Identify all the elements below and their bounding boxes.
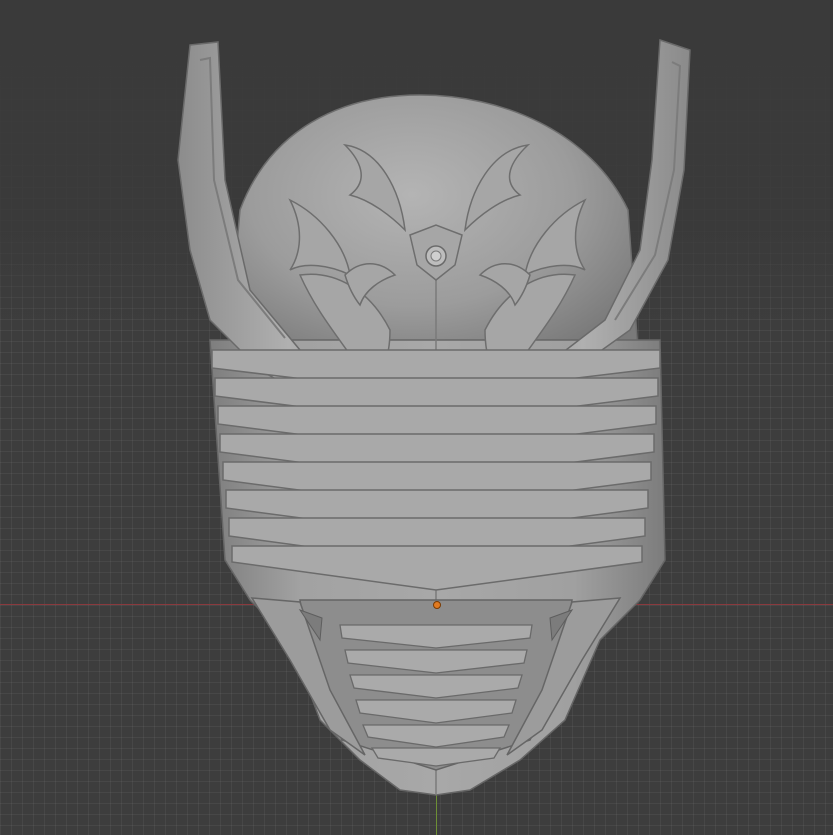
- 3d-cursor-origin[interactable]: [433, 601, 441, 609]
- 3d-viewport[interactable]: [0, 0, 833, 835]
- upper-vents: [211, 349, 661, 591]
- helmet-model[interactable]: [0, 0, 833, 835]
